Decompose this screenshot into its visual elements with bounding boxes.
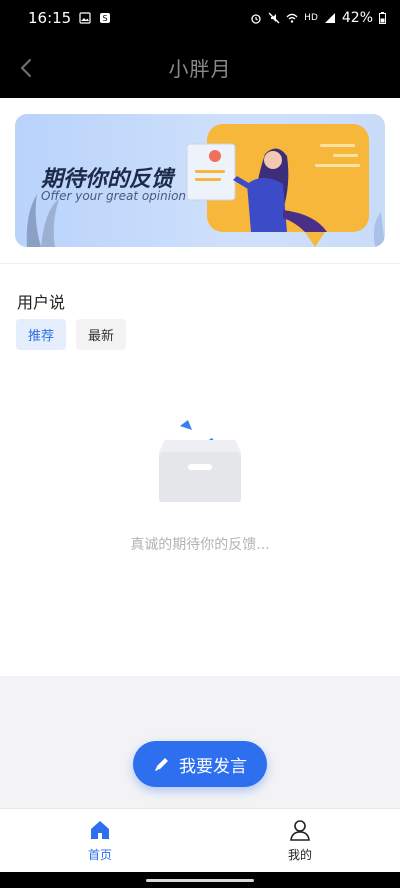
tabbar-mine-label: 我的 bbox=[287, 848, 312, 862]
tab-recommended[interactable]: 推荐 bbox=[16, 319, 67, 350]
feedback-banner: 期待你的反馈 Offer your great opinion bbox=[15, 114, 385, 247]
alarm-icon bbox=[251, 14, 261, 24]
battery-icon bbox=[379, 12, 386, 24]
home-indicator[interactable] bbox=[146, 879, 254, 882]
post-button-label: 我要发言 bbox=[179, 756, 247, 777]
mute-icon bbox=[268, 12, 280, 24]
main-content: 期待你的反馈 Offer your great opinion 用户说 推荐 最… bbox=[0, 98, 400, 676]
post-feedback-button[interactable]: 我要发言 bbox=[133, 741, 267, 787]
page-title: 小胖月 bbox=[168, 56, 232, 81]
wifi-icon bbox=[286, 13, 298, 23]
back-button[interactable] bbox=[8, 50, 44, 86]
system-nav-area bbox=[0, 872, 400, 888]
empty-state-text: 真诚的期待你的反馈... bbox=[130, 537, 270, 553]
user-icon bbox=[290, 820, 310, 841]
status-bar: 16:15 S HD 42% bbox=[0, 0, 400, 36]
status-left: 16:15 S bbox=[28, 9, 111, 27]
tab-latest[interactable]: 最新 bbox=[76, 319, 127, 350]
tabbar-item-mine[interactable]: 我的 bbox=[200, 809, 400, 872]
chevron-left-icon bbox=[20, 58, 32, 78]
app-notification-icon: S bbox=[100, 13, 111, 23]
filter-tabs: 推荐 最新 bbox=[16, 319, 127, 350]
home-icon bbox=[91, 821, 109, 839]
battery-percent: 42% bbox=[341, 10, 373, 26]
network-label: HD bbox=[304, 13, 318, 23]
status-time: 16:15 bbox=[28, 9, 72, 27]
tabbar-home-label: 首页 bbox=[87, 848, 112, 862]
tabbar-item-home[interactable]: 首页 bbox=[0, 809, 200, 872]
banner-subtitle: Offer your great opinion bbox=[41, 189, 187, 203]
bottom-tabbar: 首页 我的 bbox=[0, 808, 400, 872]
section-title: 用户说 bbox=[17, 293, 66, 312]
divider bbox=[0, 263, 400, 264]
empty-box-icon bbox=[159, 420, 241, 502]
svg-text:S: S bbox=[103, 14, 108, 23]
gallery-icon bbox=[79, 12, 91, 24]
pencil-icon bbox=[155, 758, 168, 771]
signal-icon bbox=[324, 13, 335, 23]
nav-bar: 小胖月 bbox=[0, 36, 400, 98]
status-right: HD 42% bbox=[250, 10, 386, 26]
